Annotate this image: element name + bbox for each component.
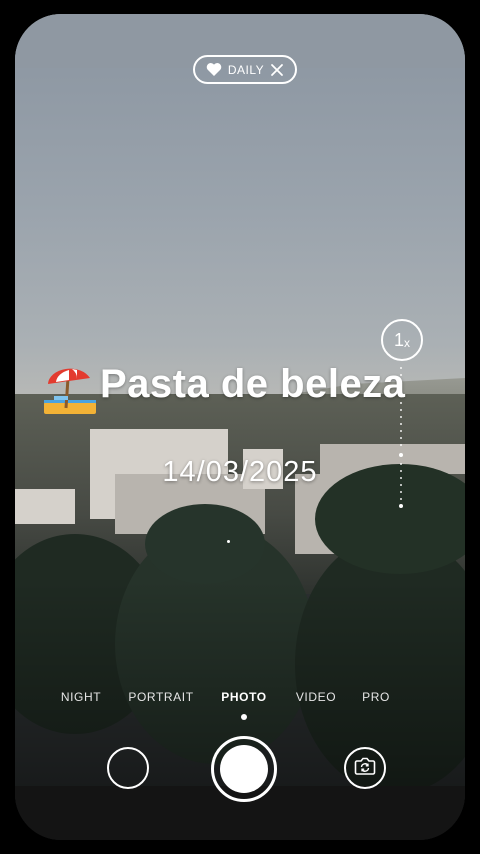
active-mode-indicator xyxy=(241,714,247,720)
overlay-title: Pasta de beleza xyxy=(100,362,406,406)
mode-video[interactable]: VIDEO xyxy=(296,690,336,704)
focus-dot xyxy=(227,540,230,543)
zoom-unit: x xyxy=(404,335,410,350)
close-icon[interactable] xyxy=(270,63,284,77)
shutter-inner xyxy=(220,745,268,793)
gallery-thumbnail-button[interactable] xyxy=(107,747,149,789)
zoom-button[interactable]: 1x xyxy=(381,319,423,361)
tree xyxy=(145,504,265,584)
camera-modes: NIGHT PORTRAIT PHOTO VIDEO PRO xyxy=(0,690,480,710)
mode-photo[interactable]: PHOTO xyxy=(221,690,266,704)
shutter-button[interactable] xyxy=(211,736,277,802)
switch-camera-button[interactable] xyxy=(344,747,386,789)
mode-night[interactable]: NIGHT xyxy=(61,690,101,704)
mode-pro[interactable]: PRO xyxy=(362,690,390,704)
camera-viewfinder[interactable] xyxy=(15,14,465,840)
daily-pill[interactable]: DAILY xyxy=(193,55,297,84)
beach-umbrella-emoji xyxy=(44,364,96,416)
daily-label: DAILY xyxy=(227,62,265,77)
switch-camera-icon xyxy=(354,756,376,781)
zoom-value: 1 xyxy=(393,329,404,350)
mode-portrait[interactable]: PORTRAIT xyxy=(128,690,193,704)
heart-icon xyxy=(206,62,222,77)
overlay-date: 14/03/2025 xyxy=(162,456,318,488)
